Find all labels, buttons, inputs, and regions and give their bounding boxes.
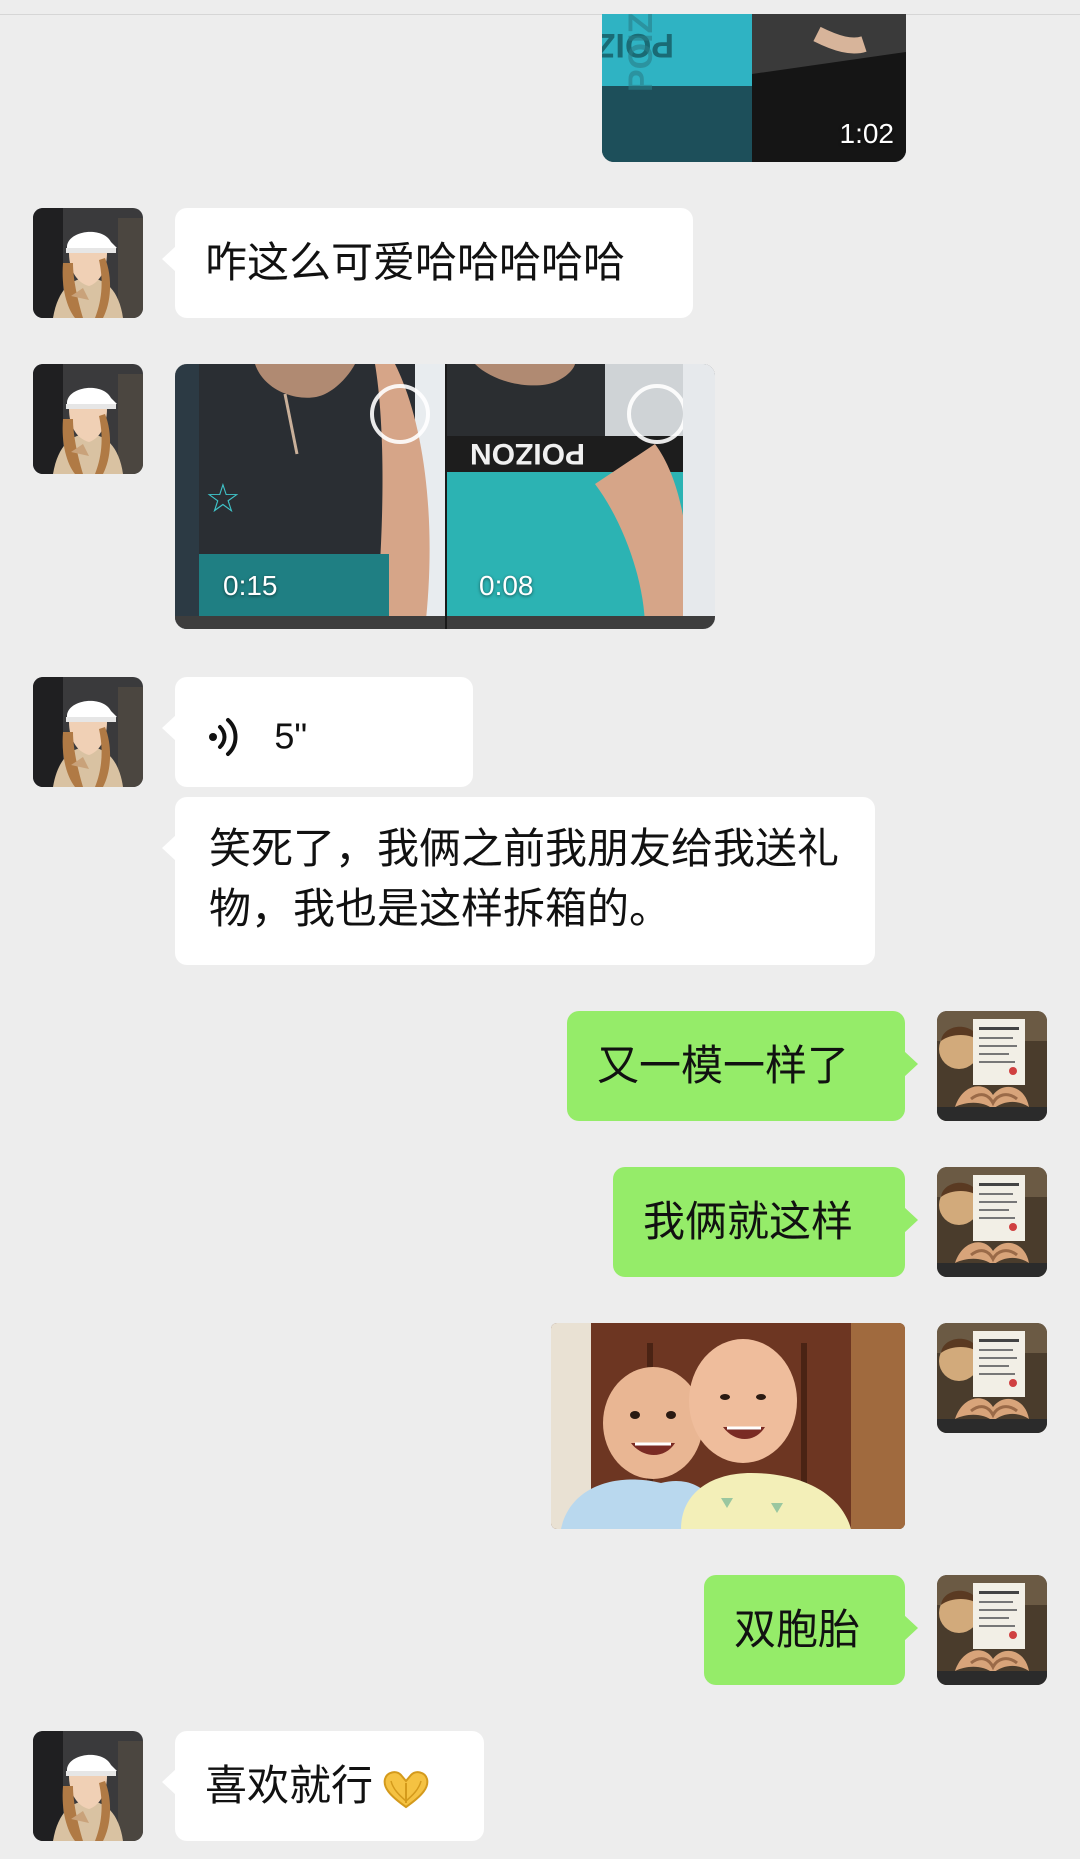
video-pair-message[interactable]: ☆ POIZON 0:15 0:08: [175, 364, 715, 629]
outgoing-text-message[interactable]: 又一模一样了: [567, 1011, 918, 1121]
image-message[interactable]: [551, 1323, 905, 1529]
message-text: 又一模一样了: [597, 1041, 850, 1090]
contact-avatar[interactable]: [33, 1731, 143, 1841]
video-duration-1: 0:15: [223, 570, 278, 601]
message-text: 笑死了，我俩之前我朋友给我送礼物，我也是这样拆箱的。: [209, 824, 840, 933]
user-avatar-image: [937, 1167, 1047, 1277]
user-avatar[interactable]: [937, 1167, 1047, 1277]
message-text: 我俩就这样: [643, 1197, 854, 1246]
user-avatar[interactable]: [937, 1323, 1047, 1433]
incoming-text-message[interactable]: 咋这么可爱哈哈哈哈哈: [162, 208, 693, 318]
voice-wave-icon: [209, 717, 238, 756]
user-avatar-image: [937, 1323, 1047, 1433]
user-avatar-image: [937, 1011, 1047, 1121]
outgoing-text-message[interactable]: 双胞胎: [704, 1575, 918, 1685]
contact-avatar[interactable]: [33, 677, 143, 787]
svg-text:☆: ☆: [205, 476, 241, 522]
voice-duration: 5": [274, 715, 308, 757]
voice-message[interactable]: 5": [162, 677, 473, 787]
babies-photo: [551, 1323, 905, 1529]
user-avatar[interactable]: [937, 1575, 1047, 1685]
contact-avatar[interactable]: [33, 208, 143, 318]
contact-avatar-image: [33, 1731, 143, 1841]
contact-avatar-image: [33, 677, 143, 787]
heart-hands-emoji: [383, 1770, 429, 1808]
video-watermark: POIZON: [470, 437, 585, 470]
user-avatar-image: [937, 1575, 1047, 1685]
message-text: 喜欢就行: [205, 1761, 374, 1810]
message-text: 咋这么可爱哈哈哈哈哈: [205, 238, 626, 287]
contact-avatar-image: [33, 364, 143, 474]
video-duration-2: 0:08: [479, 570, 534, 601]
outgoing-text-message[interactable]: 我俩就这样: [613, 1167, 918, 1277]
user-avatar[interactable]: [937, 1011, 1047, 1121]
video-duration: 1:02: [839, 118, 895, 149]
video-message[interactable]: POIZON POIZON 1:02: [602, 14, 906, 162]
incoming-text-message[interactable]: 笑死了，我俩之前我朋友给我送礼物，我也是这样拆箱的。: [162, 797, 875, 965]
contact-avatar-image: [33, 208, 143, 318]
contact-avatar[interactable]: [33, 364, 143, 474]
top-divider: [0, 14, 1080, 15]
incoming-text-message[interactable]: 喜欢就行: [162, 1731, 484, 1841]
message-text: 双胞胎: [734, 1605, 861, 1654]
video-watermark-reflection: POIZON: [622, 14, 660, 92]
